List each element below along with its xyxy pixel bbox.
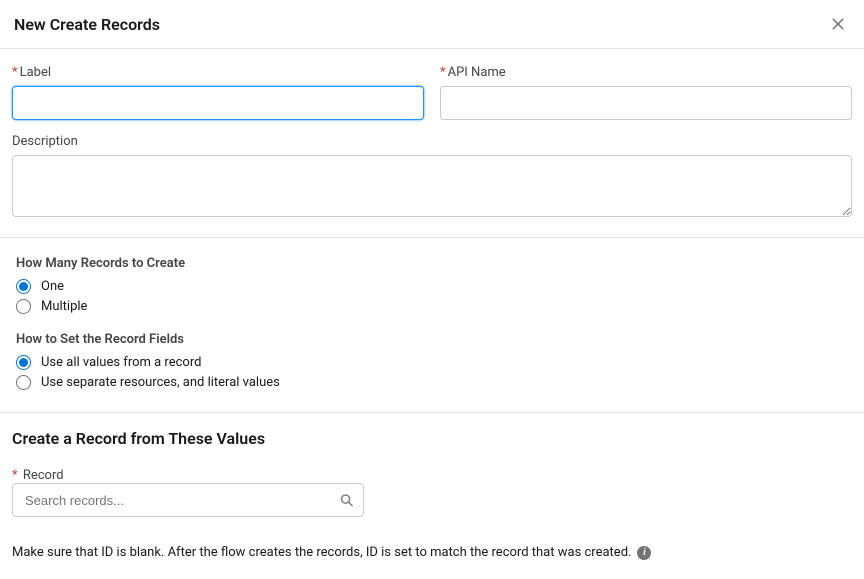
radio-option-multiple[interactable]: Multiple bbox=[16, 299, 848, 314]
radio-icon bbox=[16, 355, 31, 370]
create-record-section: Create a Record from These Values * Reco… bbox=[0, 413, 864, 531]
radio-icon bbox=[16, 375, 31, 390]
label-field-label: *Label bbox=[12, 65, 424, 80]
radio-icon bbox=[16, 299, 31, 314]
radio-options-section: How Many Records to Create One Multiple … bbox=[0, 238, 864, 412]
description-field-label: Description bbox=[12, 134, 852, 149]
radio-label-separate: Use separate resources, and literal valu… bbox=[41, 375, 280, 390]
record-search-input[interactable] bbox=[12, 483, 364, 517]
modal-title: New Create Records bbox=[14, 15, 160, 34]
close-button[interactable] bbox=[826, 12, 850, 36]
helper-text: Make sure that ID is blank. After the fl… bbox=[12, 545, 631, 560]
required-asterisk: * bbox=[440, 65, 446, 80]
apiname-field-label: *API Name bbox=[440, 65, 852, 80]
label-input[interactable] bbox=[12, 86, 424, 120]
how-many-records-legend: How Many Records to Create bbox=[16, 256, 848, 271]
label-apiname-row: *Label *API Name bbox=[12, 65, 852, 120]
record-combobox bbox=[12, 483, 364, 517]
how-to-set-fields-legend: How to Set the Record Fields bbox=[16, 332, 848, 347]
info-icon[interactable]: i bbox=[637, 546, 651, 560]
label-field-wrapper: *Label bbox=[12, 65, 424, 120]
radio-label-all-values: Use all values from a record bbox=[41, 355, 201, 370]
apiname-field-wrapper: *API Name bbox=[440, 65, 852, 120]
record-field-label: * Record bbox=[12, 468, 64, 483]
radio-option-separate[interactable]: Use separate resources, and literal valu… bbox=[16, 375, 848, 390]
radio-icon bbox=[16, 279, 31, 294]
how-many-records-group: How Many Records to Create One Multiple bbox=[16, 256, 848, 314]
required-asterisk: * bbox=[12, 65, 18, 80]
how-to-set-fields-group: How to Set the Record Fields Use all val… bbox=[16, 332, 848, 390]
radio-label-multiple: Multiple bbox=[41, 299, 87, 314]
required-asterisk: * bbox=[12, 468, 18, 483]
apiname-input[interactable] bbox=[440, 86, 852, 120]
record-field-wrapper: * Record bbox=[12, 468, 852, 517]
description-field-wrapper: Description bbox=[12, 134, 852, 217]
close-icon bbox=[830, 16, 846, 32]
basic-fields-section: *Label *API Name Description bbox=[0, 49, 864, 237]
create-record-heading: Create a Record from These Values bbox=[12, 429, 852, 448]
helper-text-row: Make sure that ID is blank. After the fl… bbox=[0, 531, 864, 560]
radio-option-one[interactable]: One bbox=[16, 279, 848, 294]
modal-header: New Create Records bbox=[0, 0, 864, 49]
radio-label-one: One bbox=[41, 279, 64, 294]
description-textarea[interactable] bbox=[12, 155, 852, 217]
radio-option-all-values[interactable]: Use all values from a record bbox=[16, 355, 848, 370]
